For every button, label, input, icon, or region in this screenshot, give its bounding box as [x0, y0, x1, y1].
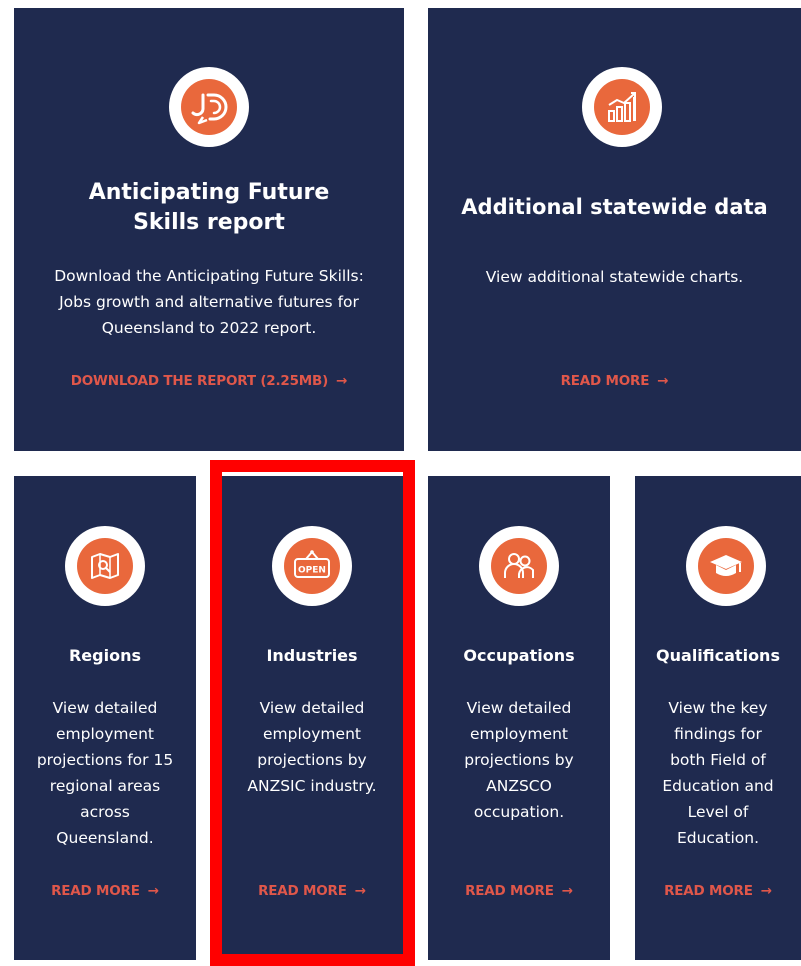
- map-icon: [77, 538, 133, 594]
- read-more-link[interactable]: READ MORE →: [635, 883, 801, 899]
- card-anticipating-future-skills: Anticipating Future Skills report Downlo…: [14, 8, 404, 451]
- card-description: Download the Anticipating Future Skills:…: [54, 267, 364, 337]
- download-report-link[interactable]: DOWNLOAD THE REPORT (2.25MB) →: [14, 373, 404, 389]
- read-more-label: READ MORE: [560, 373, 650, 389]
- open-sign-icon-circle: OPEN: [272, 526, 352, 606]
- card-additional-statewide-data: Additional statewide data View additiona…: [428, 8, 801, 451]
- graduation-cap-icon: [698, 538, 754, 594]
- arrow-right-icon: →: [760, 883, 772, 899]
- read-more-link[interactable]: READ MORE →: [428, 373, 801, 389]
- arrow-right-icon: →: [336, 373, 348, 389]
- map-icon-circle: [65, 526, 145, 606]
- read-more-label: READ MORE: [664, 883, 753, 899]
- read-more-label: READ MORE: [465, 883, 554, 899]
- card-title: Qualifications: [656, 646, 780, 665]
- arrow-right-icon: →: [147, 883, 159, 899]
- jd-logo-icon: [181, 79, 237, 135]
- read-more-link[interactable]: READ MORE →: [14, 883, 196, 899]
- bar-chart-icon: [594, 79, 650, 135]
- people-icon: [491, 538, 547, 594]
- read-more-label: READ MORE: [51, 883, 140, 899]
- card-industries: OPEN Industries View detailed employment…: [221, 476, 403, 960]
- card-regions: Regions View detailed employment project…: [14, 476, 196, 960]
- read-more-link[interactable]: READ MORE →: [428, 883, 610, 899]
- card-description: View detailed employment projections by …: [464, 699, 574, 821]
- open-sign-icon: OPEN: [284, 538, 340, 594]
- card-description: View detailed employment projections for…: [36, 699, 174, 847]
- card-qualifications: Qualifications View the key findings for…: [635, 476, 801, 960]
- card-title: Anticipating Future Skills report: [88, 180, 330, 235]
- arrow-right-icon: →: [354, 883, 366, 899]
- arrow-right-icon: →: [657, 373, 669, 389]
- card-title: Industries: [266, 646, 358, 665]
- card-description: View additional statewide charts.: [485, 268, 744, 286]
- graduation-cap-icon-circle: [686, 526, 766, 606]
- open-sign-text: OPEN: [298, 566, 326, 576]
- download-report-label: DOWNLOAD THE REPORT (2.25MB): [70, 373, 329, 389]
- card-title: Regions: [68, 646, 141, 665]
- jd-logo-icon-circle: [169, 67, 249, 147]
- read-more-label: READ MORE: [258, 883, 347, 899]
- card-title: Occupations: [463, 646, 575, 665]
- people-icon-circle: [479, 526, 559, 606]
- card-description: View detailed employment projections by …: [247, 699, 377, 795]
- arrow-right-icon: →: [561, 883, 573, 899]
- card-description: View the key findings for both Field of …: [662, 699, 774, 847]
- card-title: Additional statewide data: [461, 195, 768, 219]
- read-more-link[interactable]: READ MORE →: [221, 883, 403, 899]
- card-occupations: Occupations View detailed employment pro…: [428, 476, 610, 960]
- bar-chart-icon-circle: [582, 67, 662, 147]
